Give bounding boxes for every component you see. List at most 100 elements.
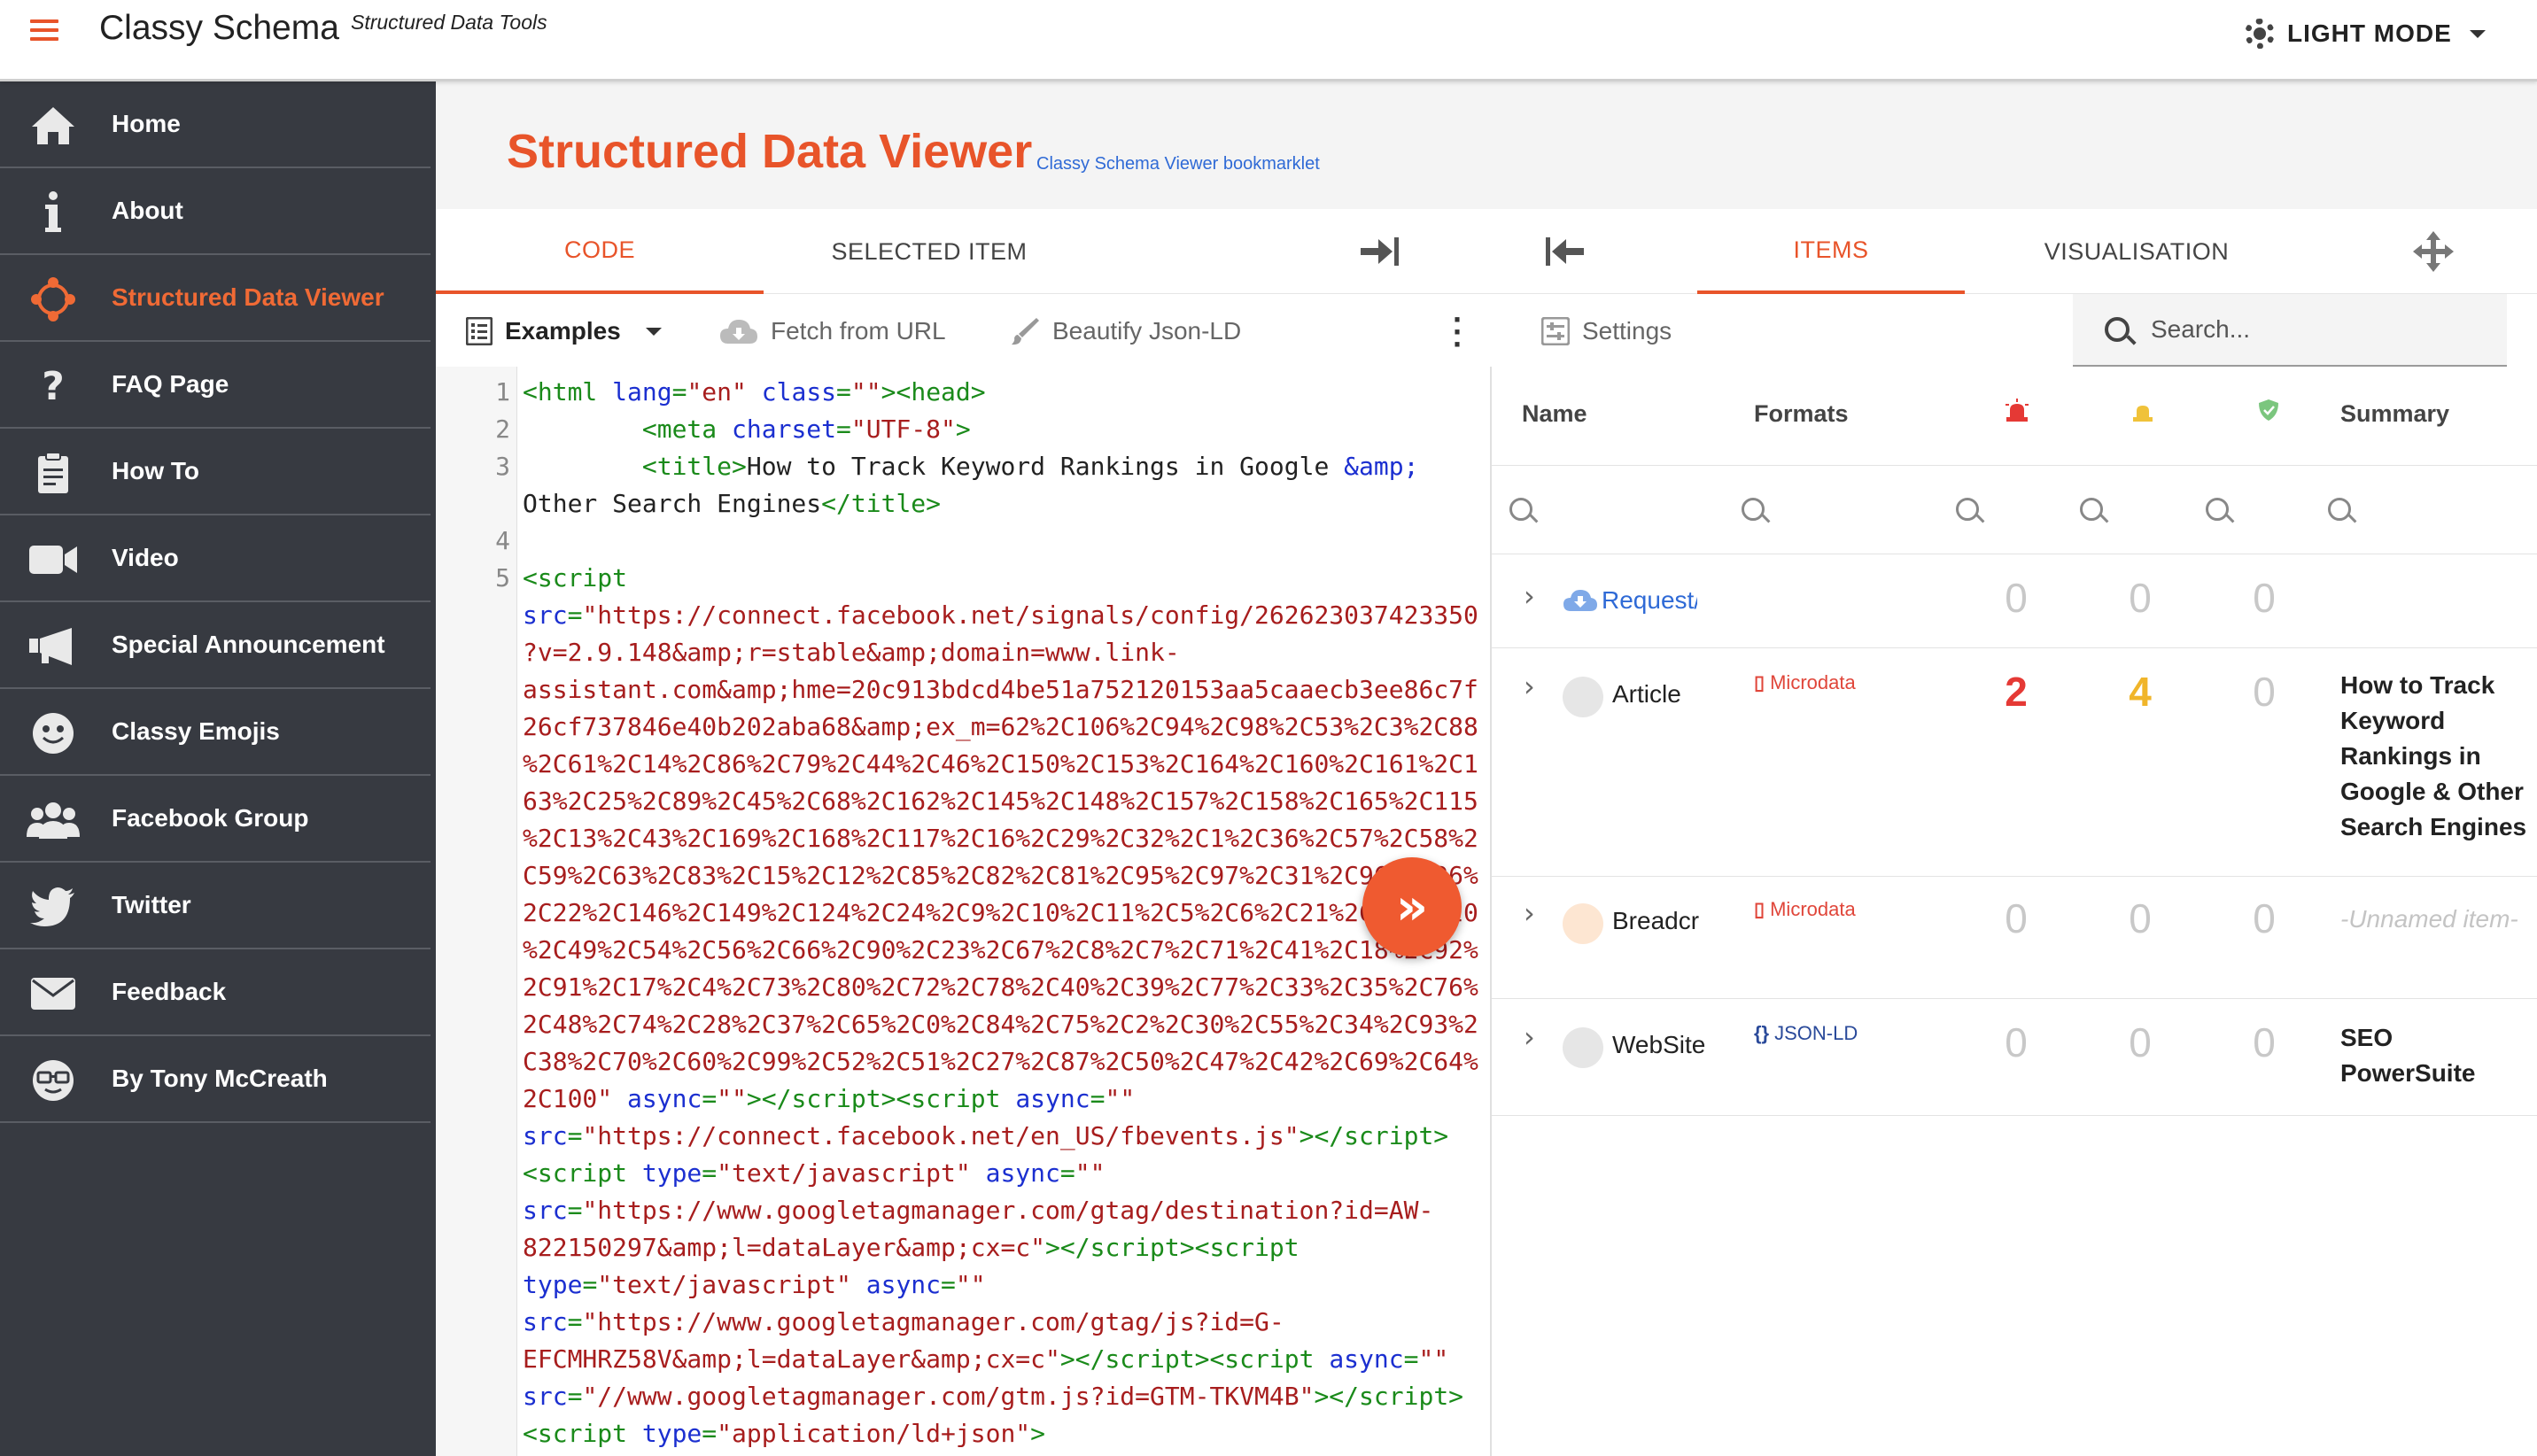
sidebar-item-video[interactable]: Video <box>0 515 431 602</box>
sidebar-item-special-announcement[interactable]: Special Announcement <box>0 602 431 689</box>
tab-expand-right[interactable] <box>1286 209 1472 294</box>
filter-row <box>1492 466 2537 554</box>
sidebar: Home About Structured Data Viewer ? FAQ … <box>0 81 436 1456</box>
bookmarklet-link[interactable]: Classy Schema Viewer bookmarklet <box>1036 154 1320 174</box>
code-editor[interactable]: 1 2 3 4 5 <html lang="en" class=""><head… <box>436 367 1490 1456</box>
light-mode-toggle[interactable]: LIGHT MODE <box>2245 12 2486 55</box>
table-row[interactable]: › WebSite {} JSON-LD 0 0 0 SEO PowerSuite <box>1492 999 2537 1116</box>
warning-count: 4 <box>2129 669 2152 715</box>
valid-shield-icon[interactable] <box>2255 399 2282 422</box>
html5-icon: ▯ <box>1754 898 1765 920</box>
fetch-from-url-button[interactable]: Fetch from URL <box>719 296 946 367</box>
move-handle[interactable] <box>2385 209 2482 294</box>
top-app-bar: Classy Schema Structured Data Tools LIGH… <box>0 0 2537 81</box>
examples-label: Examples <box>505 317 621 345</box>
filter-summary-search-icon[interactable] <box>2328 498 2351 521</box>
sidebar-item-label: FAQ Page <box>112 370 229 398</box>
chevron-right-icon[interactable]: › <box>1524 1020 1535 1054</box>
table-row[interactable]: › Article ▯ Microdata 2 4 0 How to Track … <box>1492 648 2537 877</box>
code-line: src="https://www.googletagmanager.com/gt… <box>523 1196 1434 1225</box>
examples-dropdown[interactable]: Examples <box>466 296 662 367</box>
more-options-icon[interactable]: · · · <box>1453 304 1463 360</box>
tab-bar: CODE SELECTED ITEM ITEMS VISUALISATION <box>436 209 2537 294</box>
search-input[interactable]: Search... <box>2151 315 2250 344</box>
tab-expand-left[interactable] <box>1472 209 1658 294</box>
code-line: 2C91%2C17%2C4%2C73%2C80%2C72%2C78%2C40%2… <box>523 972 1478 1002</box>
network-icon <box>27 276 80 322</box>
warning-count: 0 <box>2129 1019 2152 1065</box>
sidebar-item-label: Special Announcement <box>112 631 385 658</box>
code-line: C38%2C70%2C60%2C99%2C52%2C51%2C27%2C87%2… <box>523 1047 1478 1076</box>
nerd-face-icon <box>27 1057 80 1104</box>
sidebar-item-twitter[interactable]: Twitter <box>0 863 431 949</box>
code-line: <html lang="en" class=""><head> <box>523 377 986 407</box>
line-number: 2 <box>495 414 510 444</box>
sidebar-item-classy-emojis[interactable]: Classy Emojis <box>0 689 431 776</box>
warning-light-icon[interactable] <box>2130 399 2156 422</box>
mode-label: LIGHT MODE <box>2287 19 2452 47</box>
hamburger-menu-icon[interactable] <box>30 19 58 46</box>
items-table: Name Formats Summary › Request/ 0 0 0 › … <box>1490 367 2537 1456</box>
filter-name-search-icon[interactable] <box>1509 498 1532 521</box>
chevron-right-icon[interactable]: › <box>1524 670 1535 703</box>
warning-count: 0 <box>2129 575 2152 621</box>
sidebar-item-home[interactable]: Home <box>0 81 431 168</box>
header-summary[interactable]: Summary <box>2340 400 2449 428</box>
sidebar-item-structured-data-viewer[interactable]: Structured Data Viewer <box>0 255 431 342</box>
arrow-to-right-icon <box>1361 237 1399 266</box>
html5-icon: ▯ <box>1754 671 1765 693</box>
warning-light-icon[interactable] <box>2457 399 2484 422</box>
line-number: 3 <box>495 452 510 481</box>
sidebar-item-how-to[interactable]: How To <box>0 429 431 515</box>
info-icon <box>27 190 80 236</box>
format-badge: {} JSON-LD <box>1754 1022 1858 1045</box>
filter-valid-search-icon[interactable] <box>2206 498 2229 521</box>
item-name[interactable]: WebSite <box>1612 1031 1708 1059</box>
code-line: src="https://connect.facebook.net/signal… <box>523 600 1478 630</box>
sidebar-item-about[interactable]: About <box>0 168 431 255</box>
tab-items[interactable]: ITEMS <box>1697 209 1965 294</box>
item-name[interactable]: Article <box>1612 680 1708 709</box>
beautify-json-ld-button[interactable]: Beautify Json-LD <box>1010 296 1241 367</box>
error-siren-icon[interactable] <box>2004 399 2030 422</box>
header-formats[interactable]: Formats <box>1754 400 1849 428</box>
envelope-icon <box>27 971 80 1017</box>
table-row[interactable]: › Request/ 0 0 0 <box>1492 554 2537 648</box>
item-summary: -Unnamed item- <box>2340 905 2518 933</box>
sidebar-item-faq-page[interactable]: ? FAQ Page <box>0 342 431 429</box>
chevron-right-icon[interactable]: › <box>1524 896 1535 930</box>
sidebar-item-facebook-group[interactable]: Facebook Group <box>0 776 431 863</box>
expand-fab-button[interactable]: » <box>1362 857 1462 956</box>
code-line: assistant.com&amp;hme=20c913bdcd4be51a75… <box>523 675 1478 704</box>
tab-code[interactable]: CODE <box>436 209 764 294</box>
header-name[interactable]: Name <box>1522 400 1587 428</box>
sidebar-item-label: Home <box>112 110 181 137</box>
tab-visualisation[interactable]: VISUALISATION <box>1965 209 2308 294</box>
video-camera-icon <box>27 537 80 583</box>
line-number: 4 <box>495 526 510 555</box>
table-row[interactable]: › Breadcr ▯ Microdata 0 0 0 -Unnamed item… <box>1492 877 2537 999</box>
line-number: 5 <box>495 563 510 592</box>
caret-down-icon <box>2469 29 2486 38</box>
code-line: %2C61%2C14%2C86%2C79%2C44%2C46%2C150%2C1… <box>523 749 1478 778</box>
tab-selected-item[interactable]: SELECTED ITEM <box>764 209 1095 294</box>
item-avatar <box>1563 1027 1603 1068</box>
settings-button[interactable]: Settings <box>1541 296 1672 367</box>
sidebar-item-feedback[interactable]: Feedback <box>0 949 431 1036</box>
item-name[interactable]: Breadcr <box>1612 907 1708 935</box>
chevron-right-icon[interactable]: › <box>1524 579 1535 613</box>
fetch-label: Fetch from URL <box>771 317 946 345</box>
cloud-download-icon <box>720 320 757 344</box>
filter-errors-search-icon[interactable] <box>1956 498 1979 521</box>
filter-formats-search-icon[interactable] <box>1742 498 1765 521</box>
filter-warnings-search-icon[interactable] <box>2080 498 2103 521</box>
code-line: <meta charset="UTF-8"> <box>641 414 971 444</box>
code-line: 2C100" async=""></script><script async="… <box>523 1084 1136 1113</box>
code-line: 26cf737846e40b202aba68&amp;ex_m=62%2C106… <box>523 712 1478 741</box>
code-line: %2C49%2C54%2C56%2C66%2C90%2C23%2C67%2C8%… <box>523 935 1478 964</box>
item-name[interactable]: Request/ <box>1602 586 1697 615</box>
sidebar-item-by-tony-mccreath[interactable]: By Tony McCreath <box>0 1036 431 1123</box>
list-icon <box>466 317 493 345</box>
search-box[interactable]: Search... <box>2073 294 2507 367</box>
error-count: 0 <box>2005 575 2028 621</box>
